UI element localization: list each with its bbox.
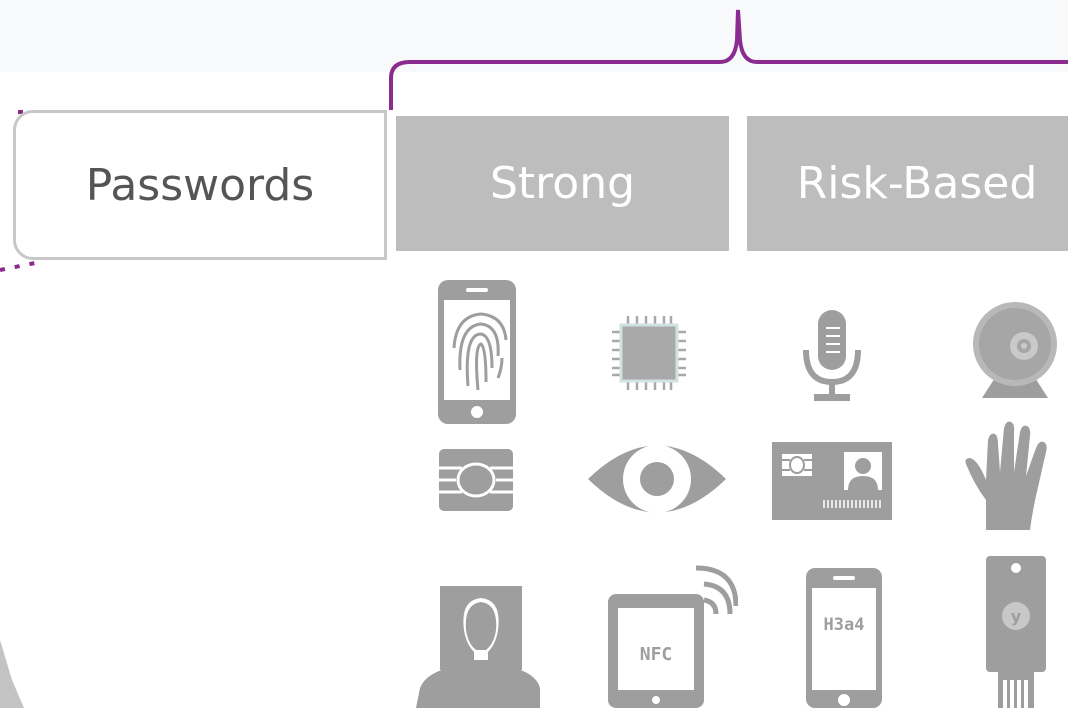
otp-phone-icon: H3a4: [806, 568, 882, 708]
passwords-box: Passwords: [13, 110, 387, 260]
chip-icon: [612, 316, 686, 390]
hand-icon: [965, 421, 1047, 530]
key-letter: y: [1011, 607, 1022, 626]
strong-label: Strong: [489, 158, 636, 209]
risk-based-label: Risk-Based: [796, 158, 1038, 209]
strong-box: Strong: [396, 116, 729, 251]
otp-code-text: H3a4: [824, 615, 865, 635]
smart-card-chip-icon: [439, 449, 513, 511]
nfc-tablet-icon: NFC: [608, 565, 738, 708]
dotted-line-left: [0, 260, 41, 272]
microphone-icon: [803, 310, 861, 401]
id-card-icon: [772, 442, 892, 520]
risk-based-box: Risk-Based: [747, 116, 1068, 251]
security-key-icon: y: [986, 556, 1046, 708]
partial-warning-triangle: [0, 640, 24, 708]
webcam-icon: [973, 302, 1057, 398]
passwords-label: Passwords: [85, 159, 315, 211]
nfc-label: NFC: [640, 644, 673, 665]
face-portrait-icon: [416, 586, 540, 708]
fingerprint-phone-icon: [438, 280, 516, 424]
eye-icon: [588, 445, 726, 513]
